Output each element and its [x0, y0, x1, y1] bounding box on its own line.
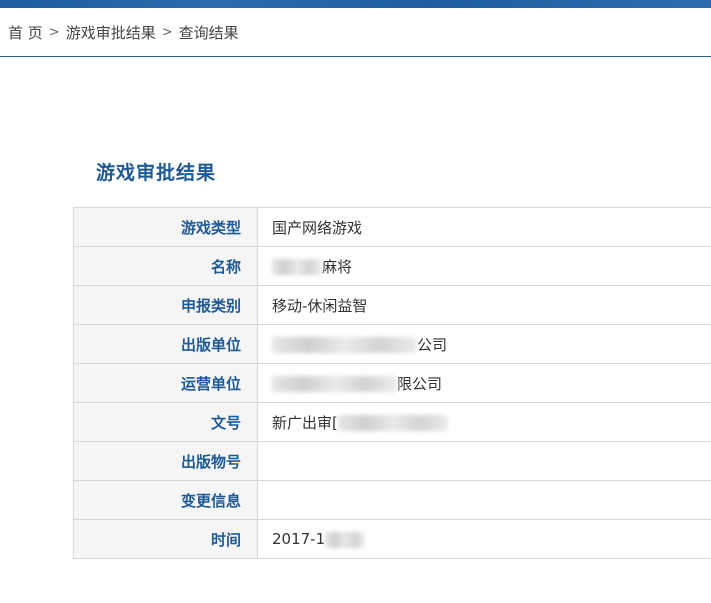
row-value-suffix: 限公司 — [397, 374, 443, 393]
breadcrumb-separator: > — [161, 24, 173, 40]
row-label: 变更信息 — [73, 480, 258, 520]
table-row: 文号 新广出审[ — [73, 402, 711, 442]
redacted-text — [272, 259, 322, 275]
row-value-prefix: 新广出审[ — [272, 413, 338, 432]
table-row: 名称 麻将 — [73, 246, 711, 286]
breadcrumb-section-link[interactable]: 游戏审批结果 — [66, 22, 156, 43]
row-label: 出版单位 — [73, 324, 258, 364]
redacted-text — [272, 337, 417, 353]
row-label: 文号 — [73, 402, 258, 442]
table-row: 运营单位 限公司 — [73, 363, 711, 403]
row-value: 移动-休闲益智 — [257, 285, 711, 325]
row-label: 申报类别 — [73, 285, 258, 325]
top-banner — [0, 0, 711, 8]
row-value: 麻将 — [257, 246, 711, 286]
row-value — [257, 480, 711, 520]
row-label: 运营单位 — [73, 363, 258, 403]
table-row: 变更信息 — [73, 480, 711, 520]
table-row: 时间 2017-1 — [73, 519, 711, 559]
row-label: 名称 — [73, 246, 258, 286]
row-value: 国产网络游戏 — [257, 207, 711, 247]
row-value: 限公司 — [257, 363, 711, 403]
redacted-text — [337, 415, 448, 431]
row-value — [257, 441, 711, 481]
row-value-prefix: 2017-1 — [272, 530, 326, 548]
table-row: 出版单位 公司 — [73, 324, 711, 364]
redacted-text — [325, 531, 366, 548]
page-title: 游戏审批结果 — [96, 162, 217, 184]
breadcrumb: 首 页 > 游戏审批结果 > 查询结果 — [0, 8, 711, 57]
row-label: 游戏类型 — [73, 207, 258, 247]
breadcrumb-home-link[interactable]: 首 页 — [8, 22, 43, 43]
row-label: 时间 — [73, 519, 258, 559]
table-row: 出版物号 — [73, 441, 711, 481]
row-value: 公司 — [257, 324, 711, 364]
result-table: 游戏类型 国产网络游戏 名称 麻将 申报类别 移动-休闲益智 出版单位 公司 运… — [73, 207, 711, 559]
table-row: 游戏类型 国产网络游戏 — [73, 207, 711, 247]
row-label: 出版物号 — [73, 441, 258, 481]
row-value-suffix: 公司 — [417, 335, 448, 354]
row-value: 新广出审[ — [257, 402, 711, 442]
redacted-text — [272, 376, 397, 392]
breadcrumb-current: 查询结果 — [178, 23, 239, 42]
table-row: 申报类别 移动-休闲益智 — [73, 285, 711, 325]
breadcrumb-separator: > — [48, 24, 60, 40]
row-value: 2017-1 — [257, 519, 711, 559]
row-value-suffix: 麻将 — [322, 257, 353, 276]
